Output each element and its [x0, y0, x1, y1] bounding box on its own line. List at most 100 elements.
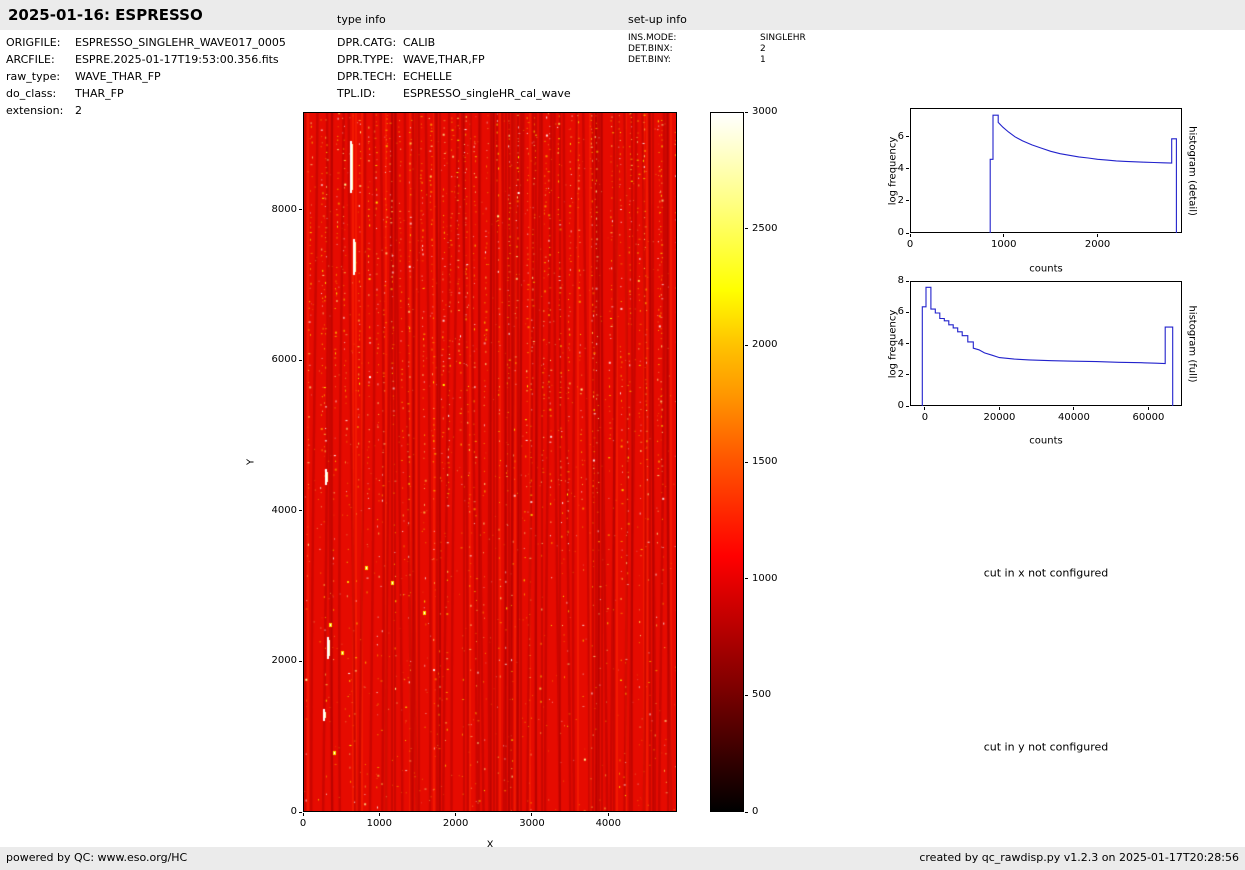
meta-value: ESPRESSO_singleHR_cal_wave [403, 85, 571, 102]
meta-value: WAVE_THAR_FP [75, 68, 161, 85]
y-tick-label: 2 [862, 369, 904, 380]
meta-row: DET.BINY: 1 [628, 55, 806, 66]
x-tick-mark [1097, 234, 1098, 237]
qc-report-page: 2025-01-16: ESPRESSO type info set-up in… [0, 0, 1245, 870]
x-tick-label: 2000 [431, 818, 481, 829]
meta-label: DPR.TECH: [337, 68, 403, 85]
meta-row: TPL.ID: ESPRESSO_singleHR_cal_wave [337, 85, 571, 102]
y-tick-mark [906, 406, 909, 407]
colorbar-tick-mark [745, 812, 748, 813]
y-tick-label: 8 [862, 275, 904, 286]
y-tick-label: 2 [862, 195, 904, 206]
meta-label: ARCFILE: [6, 51, 75, 68]
meta-label: ORIGFILE: [6, 34, 75, 51]
x-tick-mark [999, 407, 1000, 410]
meta-label: DET.BINY: [628, 55, 760, 66]
x-tick-label: 60000 [1123, 412, 1173, 423]
x-tick-mark [1003, 234, 1004, 237]
x-tick-label: 1000 [354, 818, 404, 829]
footer-created-by: created by qc_rawdisp.py v1.2.3 on 2025-… [919, 851, 1239, 864]
meta-label: do_class: [6, 85, 75, 102]
y-tick-mark [906, 136, 909, 137]
colorbar-tick-mark [745, 345, 748, 346]
colorbar-tick-label: 500 [752, 689, 771, 700]
colorbar-tick-label: 2000 [752, 339, 777, 350]
x-tick-mark [379, 813, 380, 816]
meta-value: THAR_FP [75, 85, 124, 102]
y-tick-label: 8000 [255, 204, 297, 215]
x-tick-label: 0 [900, 412, 950, 423]
file-info-block: ORIGFILE: ESPRESSO_SINGLEHR_WAVE017_0005… [6, 34, 286, 119]
colorbar-tick-mark [745, 462, 748, 463]
meta-label: TPL.ID: [337, 85, 403, 102]
colorbar-tick-mark [745, 695, 748, 696]
meta-value: 2 [760, 44, 766, 55]
colorbar-tick-mark [745, 228, 748, 229]
x-tick-mark [910, 234, 911, 237]
x-tick-mark [924, 407, 925, 410]
colorbar [710, 112, 744, 812]
meta-row: DPR.CATG: CALIB [337, 34, 571, 51]
page-title: 2025-01-16: ESPRESSO [8, 6, 203, 24]
y-tick-mark [906, 374, 909, 375]
y-tick-mark [906, 233, 909, 234]
meta-value: ESPRESSO_SINGLEHR_WAVE017_0005 [75, 34, 286, 51]
y-tick-label: 4 [862, 163, 904, 174]
raw-image-frame [303, 112, 677, 812]
hist-detail-right-label: histogram (detail) [1187, 126, 1198, 216]
meta-row: DPR.TYPE: WAVE,THAR,FP [337, 51, 571, 68]
x-tick-label: 20000 [974, 412, 1024, 423]
histogram_detail-line [910, 108, 1182, 233]
x-tick-mark [303, 813, 304, 816]
meta-value: 1 [760, 55, 766, 66]
meta-label: INS.MODE: [628, 33, 760, 44]
x-tick-mark [608, 813, 609, 816]
y-tick-label: 6 [862, 306, 904, 317]
meta-label: extension: [6, 102, 75, 119]
colorbar-tick-mark [745, 578, 748, 579]
setup-info-heading: set-up info [628, 13, 687, 26]
cut-x-note: cut in x not configured [984, 567, 1109, 580]
colorbar-tick-label: 2500 [752, 223, 777, 234]
meta-row: DPR.TECH: ECHELLE [337, 68, 571, 85]
y-tick-label: 4 [862, 338, 904, 349]
footer-credit: powered by QC: www.eso.org/HC [6, 851, 187, 864]
hist-full-right-label: histogram (full) [1187, 305, 1198, 382]
x-tick-mark [455, 813, 456, 816]
colorbar-tick-label: 1000 [752, 573, 777, 584]
y-tick-mark [299, 360, 302, 361]
x-tick-label: 1000 [979, 239, 1029, 250]
meta-value: SINGLEHR [760, 33, 806, 44]
type-info-heading: type info [337, 13, 386, 26]
main-ylabel: Y [246, 459, 257, 465]
y-tick-mark [906, 281, 909, 282]
x-tick-mark [1073, 407, 1074, 410]
meta-value: ESPRE.2025-01-17T19:53:00.356.fits [75, 51, 279, 68]
x-tick-label: 3000 [507, 818, 557, 829]
colorbar-tick-mark [745, 112, 748, 113]
histogram_full-line [910, 281, 1182, 406]
meta-row: ARCFILE: ESPRE.2025-01-17T19:53:00.356.f… [6, 51, 286, 68]
raw-detector-image [304, 113, 676, 811]
colorbar-tick-label: 3000 [752, 106, 777, 117]
meta-row: raw_type: WAVE_THAR_FP [6, 68, 286, 85]
meta-value: WAVE,THAR,FP [403, 51, 485, 68]
y-tick-label: 6000 [255, 354, 297, 365]
x-tick-label: 2000 [1073, 239, 1123, 250]
y-tick-mark [299, 209, 302, 210]
meta-row: INS.MODE: SINGLEHR [628, 33, 806, 44]
colorbar-tick-label: 1500 [752, 456, 777, 467]
y-tick-mark [299, 661, 302, 662]
y-tick-label: 6 [862, 131, 904, 142]
y-tick-label: 0 [255, 806, 297, 817]
type-info-block: DPR.CATG: CALIB DPR.TYPE: WAVE,THAR,FP D… [337, 34, 571, 102]
meta-row: do_class: THAR_FP [6, 85, 286, 102]
x-tick-mark [1148, 407, 1149, 410]
meta-label: DET.BINX: [628, 44, 760, 55]
y-tick-mark [299, 812, 302, 813]
y-tick-label: 0 [862, 227, 904, 238]
y-tick-mark [906, 312, 909, 313]
hist-detail-xlabel: counts [1029, 264, 1062, 275]
hist-full-xlabel: counts [1029, 436, 1062, 447]
x-tick-mark [531, 813, 532, 816]
